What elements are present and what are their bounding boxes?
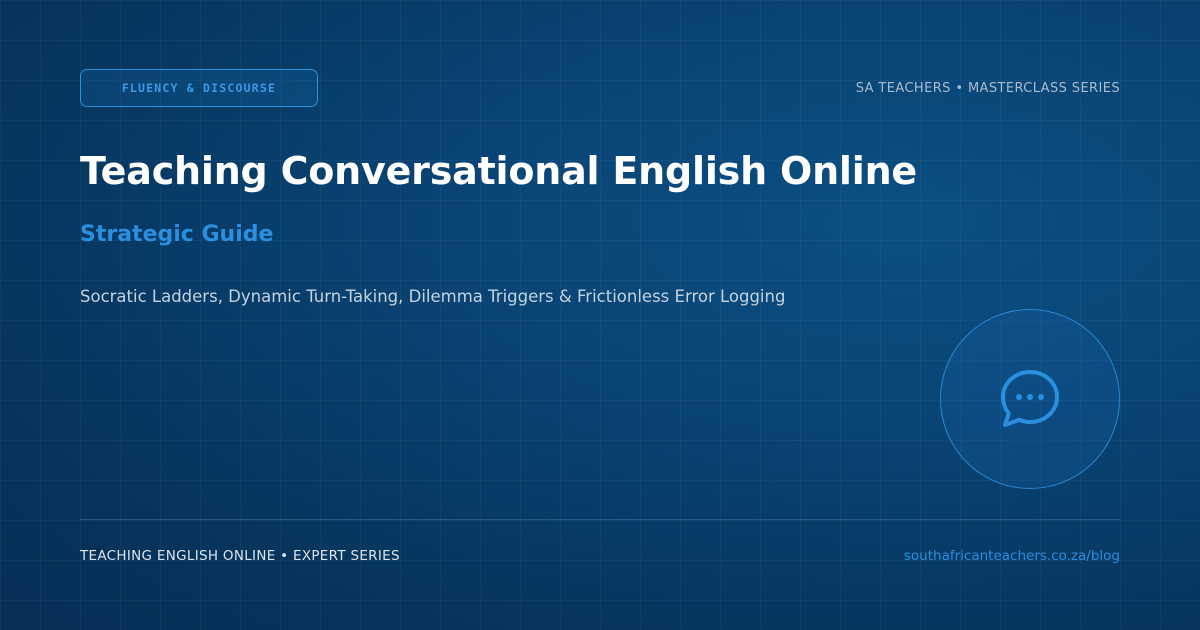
footer-series-label: TEACHING ENGLISH ONLINE • EXPERT SERIES xyxy=(80,548,400,564)
category-badge: FLUENCY & DISCOURSE xyxy=(80,69,318,107)
footer-blog-link[interactable]: southafricanteachers.co.za/blog xyxy=(904,548,1120,564)
footer-divider xyxy=(80,519,1120,520)
icon-badge-circle xyxy=(940,309,1120,489)
topic-description: Socratic Ladders, Dynamic Turn-Taking, D… xyxy=(80,287,786,306)
page-subtitle: Strategic Guide xyxy=(80,222,274,247)
page-title: Teaching Conversational English Online xyxy=(80,149,918,193)
masterclass-series-label: SA TEACHERS • MASTERCLASS SERIES xyxy=(855,81,1120,96)
chat-bubble-icon xyxy=(1001,370,1059,427)
social-card: FLUENCY & DISCOURSE SA TEACHERS • MASTER… xyxy=(0,0,1200,630)
